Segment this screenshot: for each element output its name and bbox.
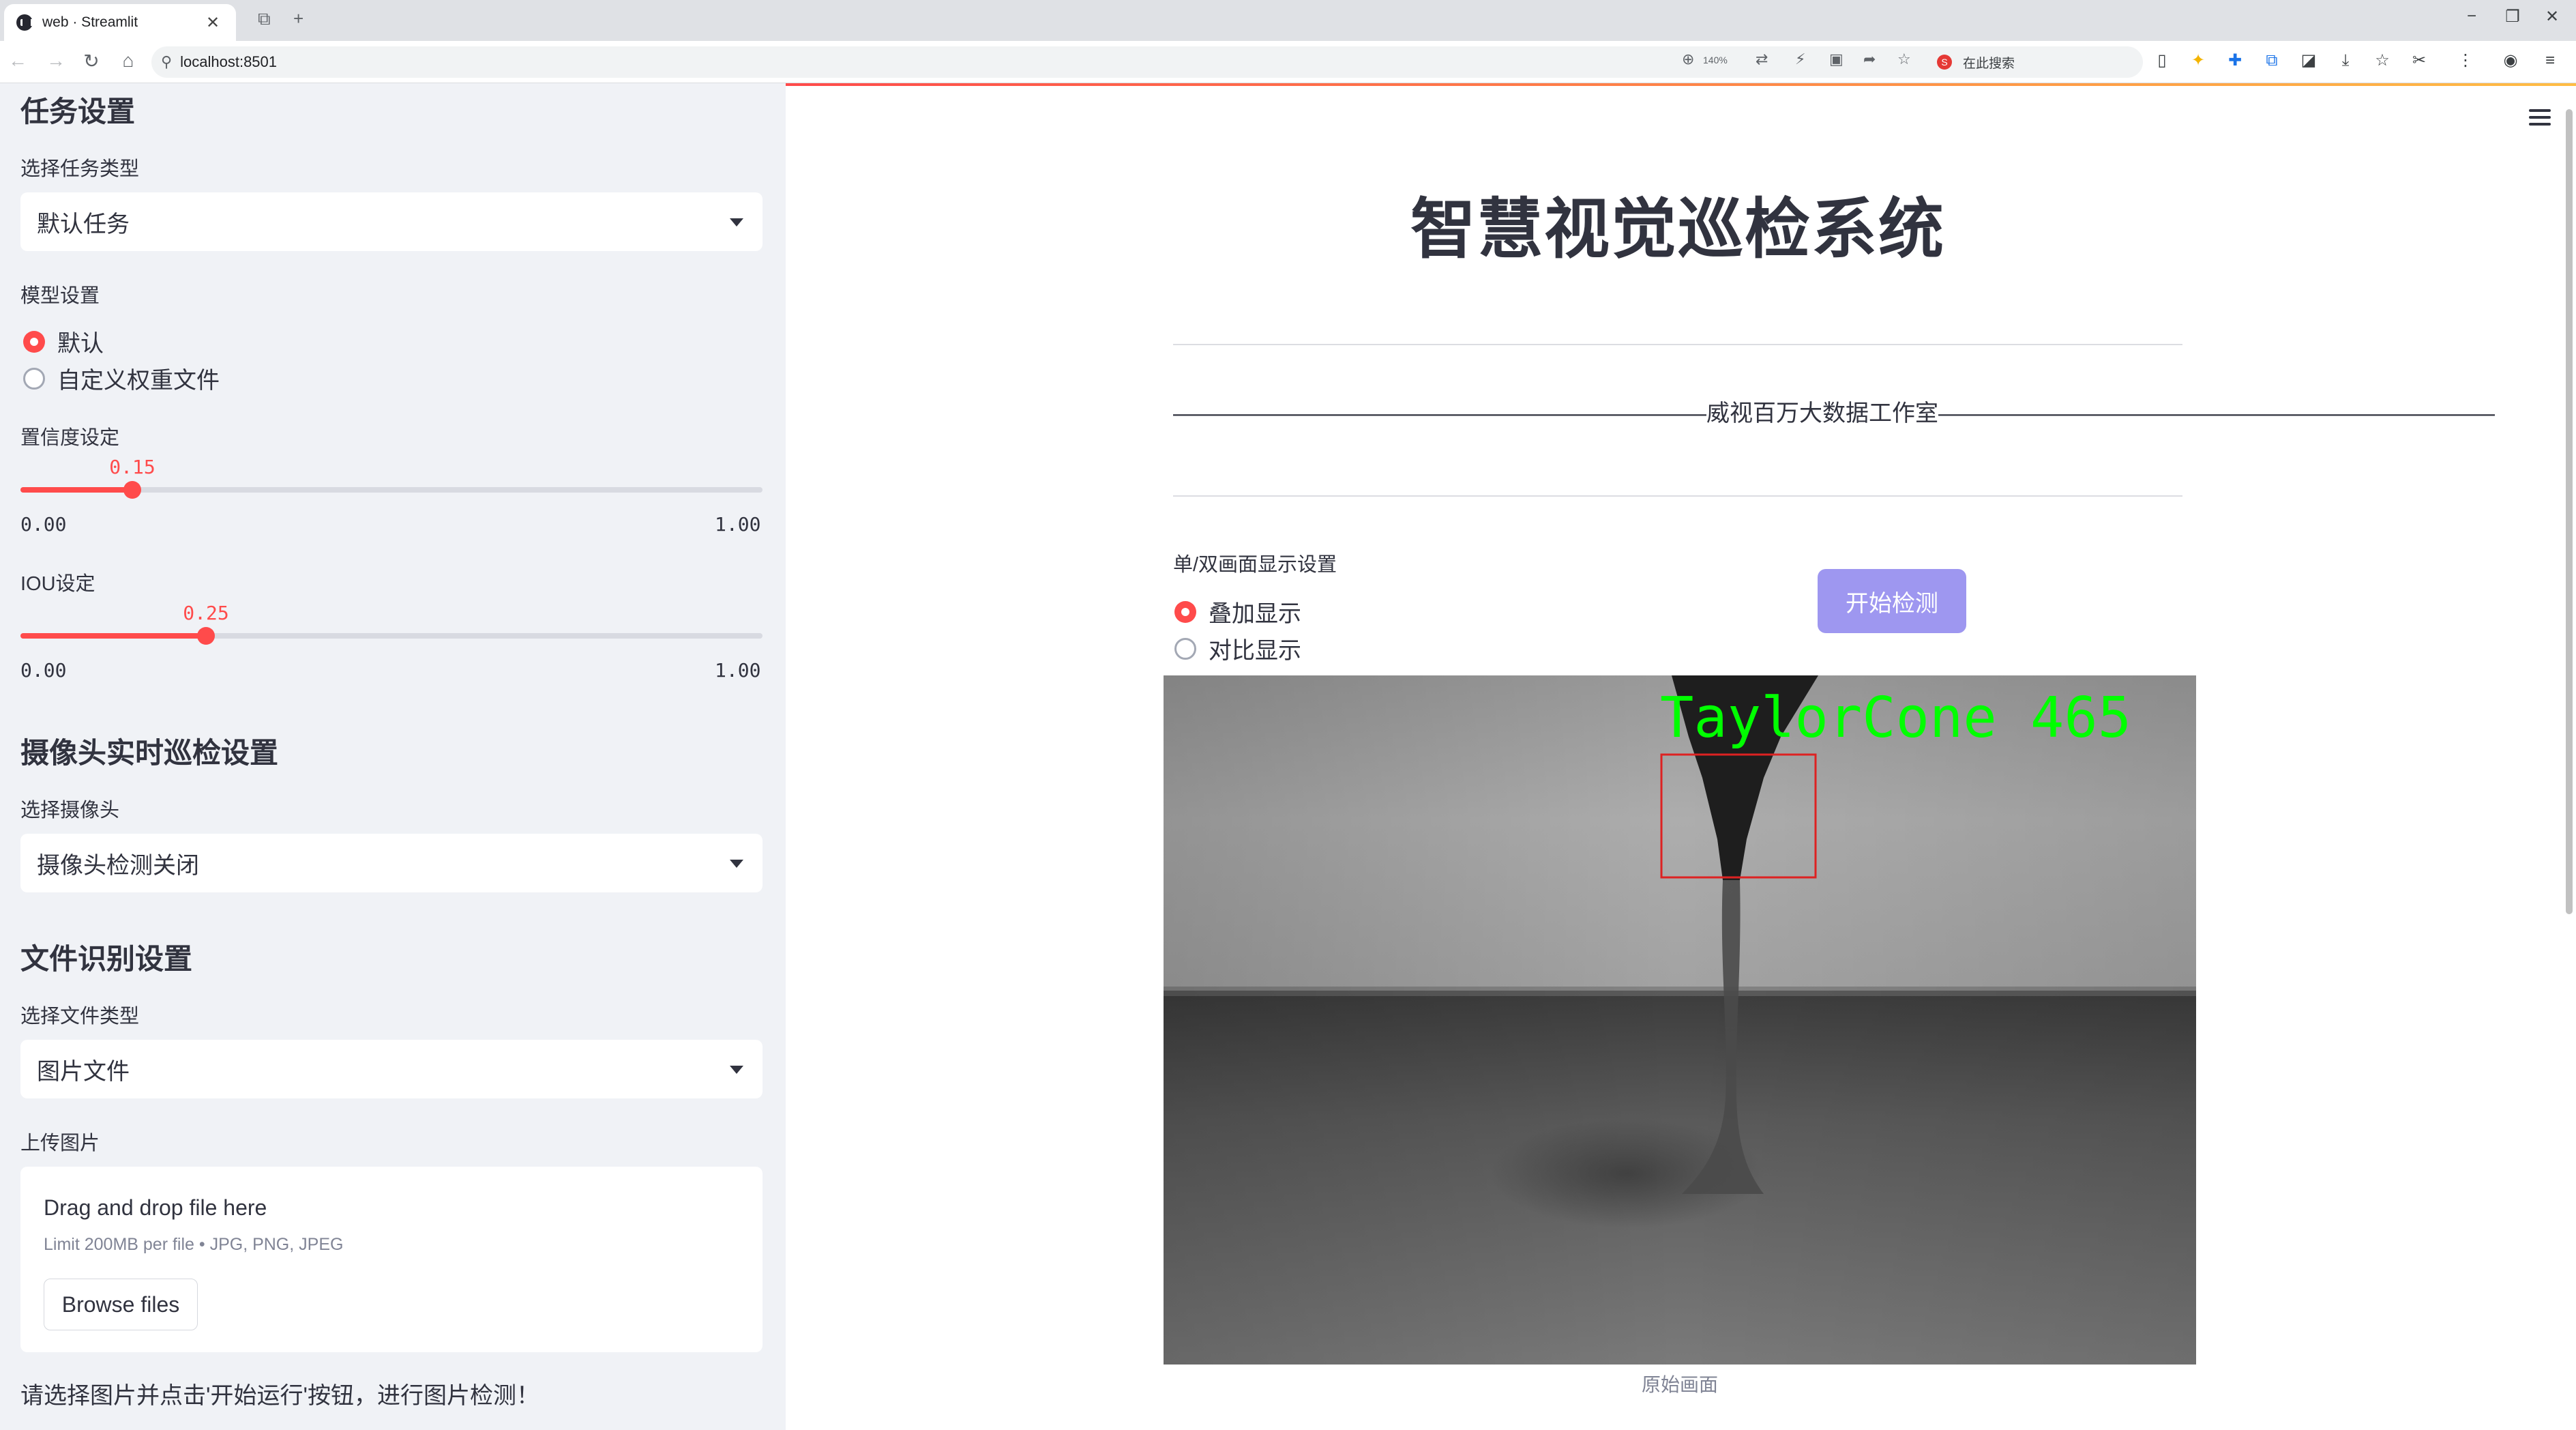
- file-type-select[interactable]: 图片文件: [20, 1040, 763, 1098]
- extension-translate-icon[interactable]: ⧉: [2262, 50, 2282, 71]
- confidence-slider[interactable]: [20, 481, 763, 499]
- download-icon[interactable]: ⤓: [2335, 50, 2356, 71]
- model-option-label: 默认: [57, 331, 104, 357]
- main-scrollbar[interactable]: [2566, 109, 2573, 914]
- favorites-icon[interactable]: ☆: [2372, 50, 2393, 71]
- display-option-label: 对比显示: [1209, 638, 1301, 664]
- display-option-overlay[interactable]: 叠加显示: [1174, 595, 1301, 628]
- window-close-icon[interactable]: ✕: [2532, 7, 2573, 27]
- home-icon[interactable]: ⌂: [115, 50, 142, 72]
- radio-selected-icon[interactable]: [23, 330, 45, 353]
- profile-avatar-icon[interactable]: ◉: [2500, 50, 2521, 71]
- file-type-value: 图片文件: [37, 1058, 130, 1085]
- studio-line: ———————————————————————威视百万大数据工作室———————…: [1173, 400, 2495, 426]
- search-placeholder: 在此搜索: [1963, 56, 2015, 71]
- address-bar[interactable]: ⚲ localhost:8501: [151, 46, 2143, 78]
- app-menu-icon[interactable]: [2529, 109, 2551, 130]
- minimize-icon[interactable]: −: [2451, 7, 2492, 26]
- image-caption: 原始画面: [1641, 1374, 1718, 1395]
- iou-max: 1.00: [715, 659, 761, 682]
- lightning-icon[interactable]: ⚡: [1795, 50, 1805, 68]
- iou-slider[interactable]: [20, 627, 763, 645]
- extension-spark-icon[interactable]: ✦: [2188, 50, 2208, 71]
- zoom-level: 140%: [1703, 55, 1728, 65]
- bookmark-star-icon[interactable]: ☆: [1897, 50, 1911, 68]
- model-option-label: 自定义权重文件: [57, 368, 220, 394]
- start-detection-button[interactable]: 开始检测: [1818, 569, 1966, 633]
- confidence-slider-thumb[interactable]: [123, 481, 141, 499]
- more-menu-icon[interactable]: ⋮: [2455, 50, 2476, 71]
- upload-label: 上传图片: [20, 1133, 100, 1154]
- forward-icon[interactable]: →: [42, 50, 70, 72]
- page-title: 智慧视觉巡检系统: [1410, 193, 1945, 266]
- search-engine-icon: S: [1937, 55, 1952, 70]
- share-icon[interactable]: ➦: [1863, 50, 1876, 68]
- task-type-select[interactable]: 默认任务: [20, 192, 763, 251]
- display-mode-label: 单/双画面显示设置: [1173, 554, 1337, 576]
- iou-value: 0.25: [183, 602, 229, 624]
- translate-icon[interactable]: ⇄: [1756, 50, 1768, 68]
- browser-menu-icon[interactable]: ≡: [2540, 50, 2560, 71]
- camera-select[interactable]: 摄像头检测关闭: [20, 834, 763, 892]
- close-tab-icon[interactable]: ✕: [202, 13, 224, 33]
- search-engine-box[interactable]: S 在此搜索: [1937, 50, 2135, 74]
- radio-selected-icon[interactable]: [1174, 600, 1196, 623]
- model-option-custom[interactable]: 自定义权重文件: [23, 362, 220, 395]
- iou-slider-thumb[interactable]: [197, 627, 215, 645]
- extension-puzzle-icon[interactable]: ✚: [2225, 50, 2245, 71]
- zoom-icon[interactable]: ⊕: [1682, 50, 1694, 68]
- browser-tab-bar: web · Streamlit ✕ ⧉ + − ❐ ✕: [0, 0, 2576, 41]
- dropzone-title: Drag and drop file here: [44, 1195, 267, 1220]
- scissors-icon[interactable]: ✂: [2409, 50, 2429, 71]
- camera-section-title: 摄像头实时巡检设置: [20, 737, 279, 769]
- camera-value: 摄像头检测关闭: [37, 852, 199, 879]
- url-text: localhost:8501: [180, 53, 278, 70]
- file-type-label: 选择文件类型: [20, 1006, 140, 1027]
- model-label: 模型设置: [20, 285, 100, 307]
- task-type-value: 默认任务: [37, 211, 130, 237]
- reload-icon[interactable]: ↻: [78, 50, 105, 72]
- chevron-down-icon: [730, 860, 743, 868]
- tab-group-icon[interactable]: ⧉: [258, 8, 271, 30]
- confidence-label: 置信度设定: [20, 427, 120, 449]
- browser-toolbar: ← → ↻ ⌂ ⚲ localhost:8501 ⊕ 140% ⇄ ⚡ ▣ ➦ …: [0, 41, 2576, 83]
- file-dropzone[interactable]: Drag and drop file here Limit 200MB per …: [20, 1167, 763, 1352]
- detection-label: TaylorCone 465: [1660, 686, 2131, 750]
- iou-min: 0.00: [20, 659, 67, 682]
- browse-files-button[interactable]: Browse files: [44, 1279, 198, 1330]
- phone-icon[interactable]: ▯: [2152, 50, 2172, 71]
- divider-top: [1173, 344, 2182, 345]
- divider-bottom: [1173, 495, 2182, 497]
- camera-label: 选择摄像头: [20, 800, 120, 821]
- radio-unselected-icon[interactable]: [23, 367, 45, 390]
- confidence-min: 0.00: [20, 513, 67, 536]
- site-info-icon[interactable]: ⚲: [161, 53, 172, 71]
- display-option-label: 叠加显示: [1209, 601, 1301, 627]
- sidebar-hint: 请选择图片并点击'开始运行'按钮，进行图片检测！: [20, 1383, 539, 1409]
- iou-slider-fill: [20, 633, 206, 639]
- radio-unselected-icon[interactable]: [1174, 637, 1196, 660]
- confidence-max: 1.00: [715, 513, 761, 536]
- chevron-down-icon: [730, 1066, 743, 1074]
- header-accent-bar: [786, 83, 2576, 86]
- extension-dark-icon[interactable]: ◪: [2298, 50, 2319, 71]
- display-option-compare[interactable]: 对比显示: [1174, 632, 1301, 665]
- iou-label: IOU设定: [20, 573, 95, 595]
- confidence-slider-fill: [20, 487, 132, 493]
- confidence-value: 0.15: [109, 456, 156, 478]
- task-type-label: 选择任务类型: [20, 158, 140, 180]
- new-tab-icon[interactable]: +: [293, 8, 304, 29]
- dropzone-limit: Limit 200MB per file • JPG, PNG, JPEG: [44, 1235, 344, 1254]
- back-icon[interactable]: ←: [4, 50, 31, 72]
- screenshot-icon[interactable]: ▣: [1829, 50, 1844, 68]
- model-option-default[interactable]: 默认: [23, 325, 104, 358]
- detection-image: TaylorCone 465: [1164, 675, 2196, 1365]
- browser-tab[interactable]: web · Streamlit ✕: [4, 4, 236, 41]
- task-section-title: 任务设置: [20, 96, 136, 128]
- restore-icon[interactable]: ❐: [2492, 7, 2533, 27]
- file-section-title: 文件识别设置: [20, 943, 193, 975]
- chevron-down-icon: [730, 218, 743, 227]
- tab-title: web · Streamlit: [42, 14, 138, 30]
- streamlit-favicon-icon: [16, 14, 33, 31]
